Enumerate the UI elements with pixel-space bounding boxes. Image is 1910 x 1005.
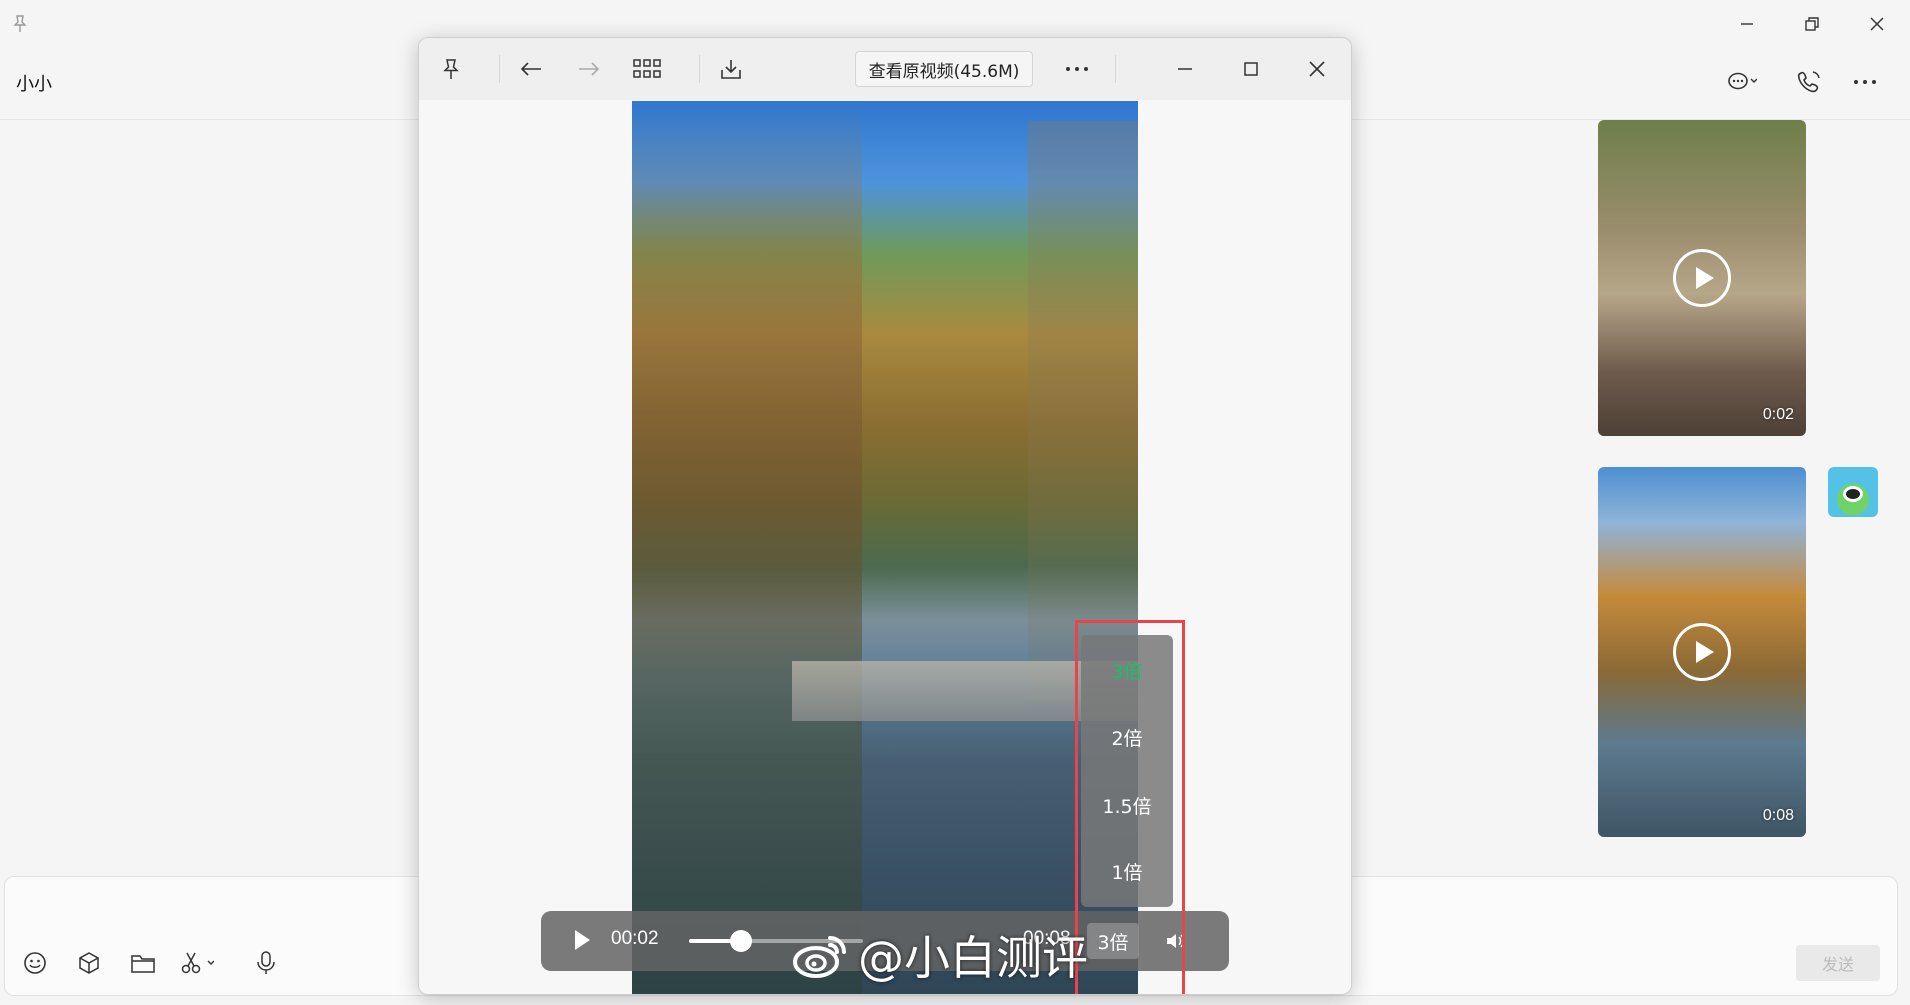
viewer-toolbar: 查看原视频(45.6M) <box>419 38 1351 100</box>
more-icon[interactable] <box>1848 68 1882 96</box>
download-icon[interactable] <box>713 52 749 86</box>
watermark: @小白测评 <box>792 922 1088 988</box>
video-message-2[interactable]: 0:08 <box>1598 467 1806 837</box>
view-original-button[interactable]: 查看原视频(45.6M) <box>855 51 1033 87</box>
close-button[interactable] <box>1299 52 1335 86</box>
folder-icon[interactable] <box>126 946 160 980</box>
video-duration: 0:02 <box>1762 406 1794 423</box>
video-message-1[interactable]: 0:02 <box>1598 120 1806 436</box>
minimize-button[interactable] <box>1727 8 1767 40</box>
microphone-icon[interactable] <box>249 946 283 980</box>
pin-icon[interactable] <box>433 52 469 86</box>
sticker-box-icon[interactable] <box>72 946 106 980</box>
close-button[interactable] <box>1857 8 1897 40</box>
scissors-icon[interactable] <box>180 946 214 980</box>
chat-title: 小小 <box>16 74 52 95</box>
video-duration: 0:08 <box>1762 807 1794 824</box>
restore-button[interactable] <box>1792 8 1832 40</box>
play-icon[interactable] <box>1673 249 1731 307</box>
grid-icon[interactable] <box>629 52 665 86</box>
play-icon[interactable] <box>1673 623 1731 681</box>
avatar[interactable] <box>1828 467 1878 517</box>
call-icon[interactable] <box>1793 68 1827 96</box>
pin-icon[interactable] <box>0 8 40 40</box>
send-button[interactable]: 发送 <box>1796 945 1880 981</box>
video-frame[interactable] <box>632 101 1138 994</box>
video-viewer-window: 查看原视频(45.6M) 3倍 2倍 1.5倍 1倍 00:02 00:08 3… <box>418 37 1352 995</box>
weibo-logo-icon <box>793 936 846 978</box>
progress-knob[interactable] <box>730 930 753 952</box>
forward-arrow-icon[interactable] <box>571 52 607 86</box>
maximize-button[interactable] <box>1233 52 1269 86</box>
emoji-icon[interactable] <box>18 946 52 980</box>
highlight-box <box>1075 620 1185 994</box>
chat-bubble-icon[interactable] <box>1725 68 1759 96</box>
minimize-button[interactable] <box>1167 52 1203 86</box>
current-time: 00:02 <box>611 928 659 949</box>
watermark-text: @小白测评 <box>858 931 1088 985</box>
play-button[interactable] <box>575 930 590 950</box>
back-arrow-icon[interactable] <box>513 52 549 86</box>
more-icon[interactable] <box>1059 52 1095 86</box>
